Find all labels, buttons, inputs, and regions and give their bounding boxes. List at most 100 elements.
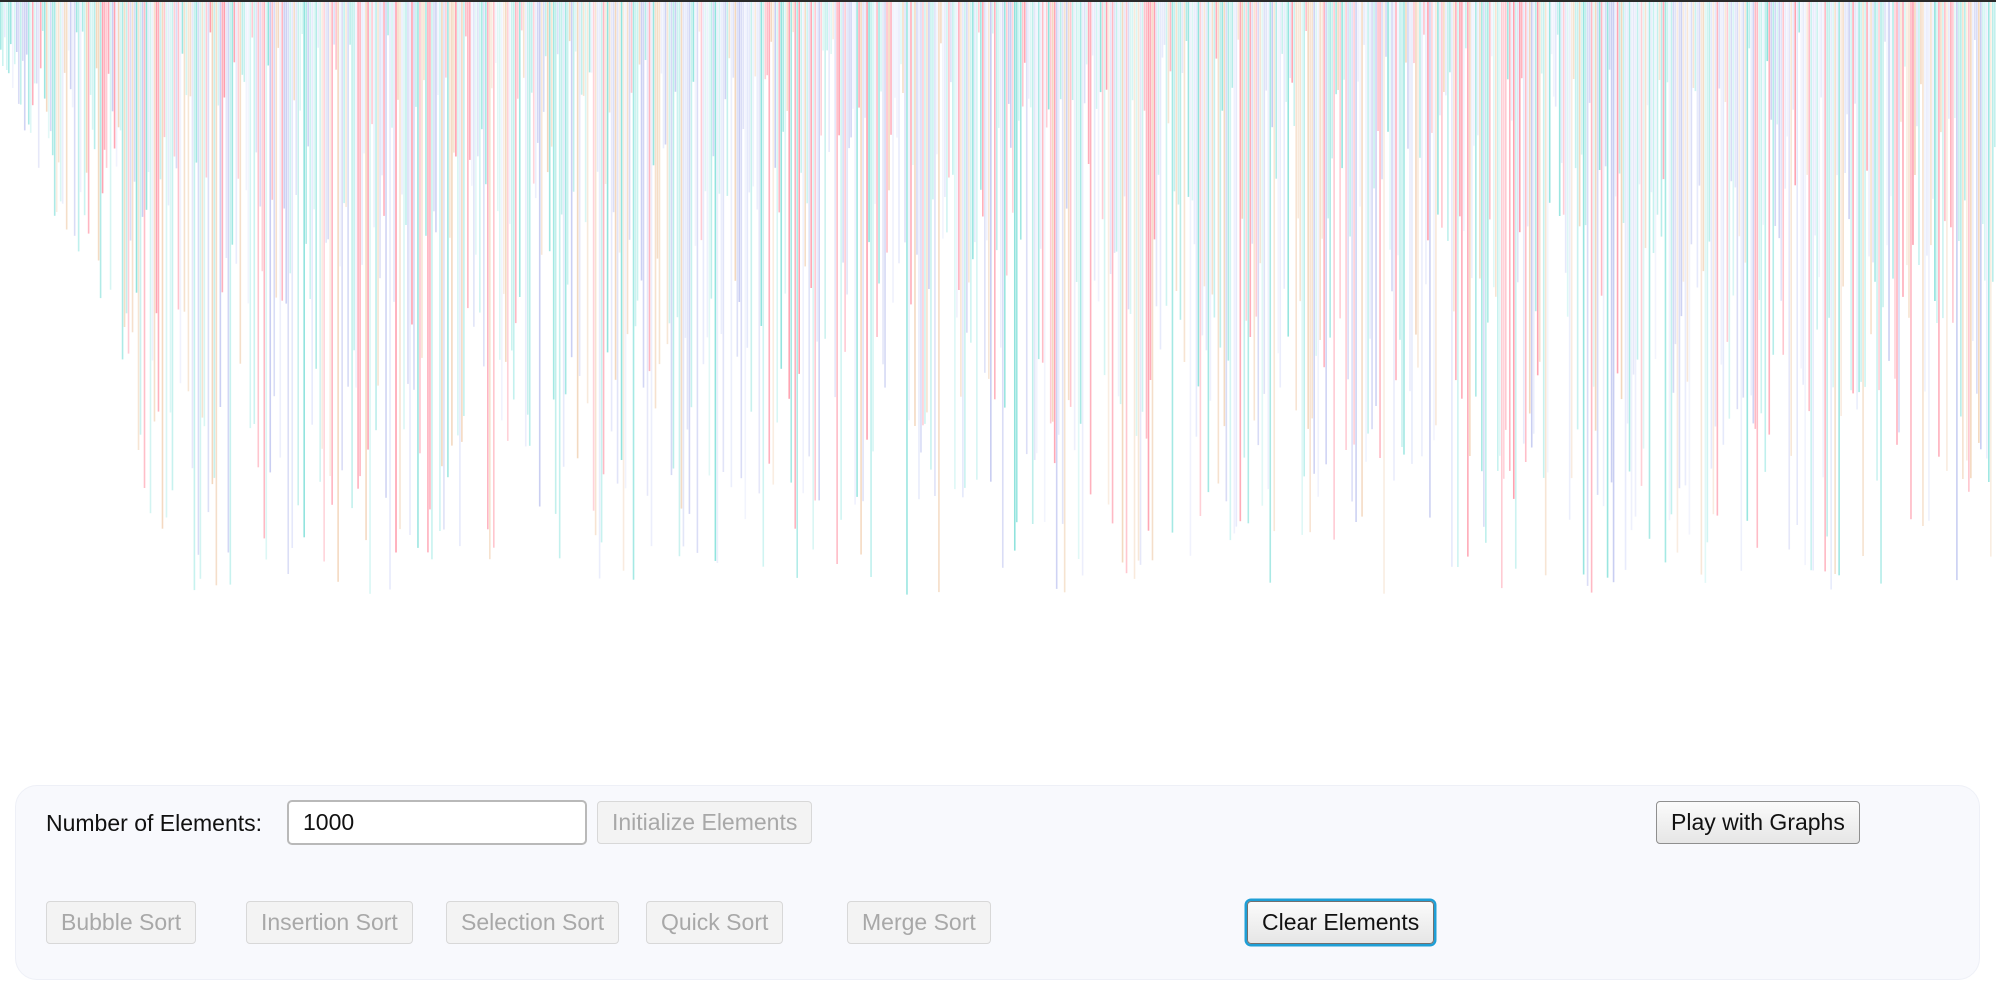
element-bar — [934, 0, 936, 496]
element-bar — [105, 0, 108, 168]
element-bar — [1904, 0, 1906, 67]
element-bar — [1007, 0, 1010, 104]
element-bar — [788, 0, 791, 399]
element-bar — [1433, 0, 1435, 441]
element-bar — [1854, 0, 1856, 104]
element-bar — [1349, 0, 1351, 237]
element-bar — [157, 0, 160, 412]
element-bar — [179, 0, 182, 384]
element-bar — [584, 0, 587, 223]
sorting-visualization-canvas — [0, 0, 1996, 595]
element-bar — [936, 0, 938, 155]
element-bar — [1069, 0, 1072, 407]
element-bar — [1465, 0, 1467, 49]
element-bar — [1782, 0, 1785, 355]
element-bar — [1135, 0, 1138, 436]
element-count-input[interactable] — [287, 800, 587, 845]
play-with-graphs-button[interactable]: Play with Graphs — [1656, 801, 1860, 844]
element-bar — [532, 0, 535, 184]
element-bar — [1828, 0, 1830, 318]
element-bar — [23, 0, 26, 131]
element-bar — [1391, 0, 1393, 292]
element-bar — [1538, 0, 1541, 362]
element-bar — [982, 0, 984, 217]
element-bar — [586, 0, 589, 404]
element-bar — [852, 0, 854, 109]
element-bar — [1395, 0, 1397, 381]
element-bar — [1604, 0, 1607, 167]
selection-sort-button[interactable]: Selection Sort — [446, 901, 620, 944]
element-bar — [1355, 0, 1357, 522]
element-bar — [195, 0, 198, 163]
element-bar — [516, 0, 519, 99]
element-bar — [854, 0, 856, 505]
element-bar — [1113, 0, 1116, 253]
element-bar — [33, 0, 36, 84]
element-bar — [391, 0, 393, 128]
element-bar — [1772, 0, 1775, 355]
element-bar — [1818, 0, 1820, 278]
element-bar — [1508, 0, 1511, 471]
element-bar — [313, 0, 315, 210]
element-bar — [191, 0, 194, 469]
element-bar — [766, 0, 769, 76]
element-bar — [1471, 0, 1473, 279]
element-bar — [592, 0, 595, 511]
element-bar — [1566, 0, 1569, 317]
element-bar — [1311, 0, 1313, 419]
element-bar — [1532, 0, 1535, 434]
element-bar — [241, 0, 244, 75]
element-bar — [946, 0, 948, 233]
element-bar — [17, 0, 20, 104]
element-bar — [371, 0, 373, 125]
element-bar — [1760, 0, 1763, 414]
element-bar — [167, 0, 170, 206]
element-bar — [602, 0, 605, 475]
element-bar — [1207, 0, 1210, 493]
element-bar — [285, 0, 288, 304]
element-bar — [526, 0, 529, 415]
element-bar — [301, 0, 303, 34]
element-bar — [706, 0, 709, 338]
element-bar — [273, 0, 276, 397]
element-bar — [1455, 0, 1457, 381]
element-bar — [1940, 0, 1942, 133]
element-bar — [764, 0, 767, 80]
element-bar — [768, 0, 771, 464]
bubble-sort-button[interactable]: Bubble Sort — [46, 901, 197, 944]
insertion-sort-button[interactable]: Insertion Sort — [246, 901, 413, 944]
element-bar — [1247, 0, 1250, 524]
element-bar — [1393, 0, 1395, 481]
element-bar — [1235, 0, 1238, 527]
clear-elements-button[interactable]: Clear Elements — [1247, 901, 1435, 944]
element-bar — [1758, 0, 1761, 300]
element-bar — [1491, 0, 1493, 57]
element-bar — [399, 0, 401, 530]
element-bar — [732, 0, 735, 78]
element-bar — [147, 0, 150, 172]
quick-sort-button[interactable]: Quick Sort — [646, 901, 784, 944]
element-bar — [826, 0, 828, 51]
merge-sort-button[interactable]: Merge Sort — [847, 901, 991, 944]
element-bar — [1820, 0, 1822, 98]
element-bar — [1179, 0, 1182, 320]
element-bar — [1097, 0, 1100, 302]
element-bar — [41, 0, 44, 31]
element-bar — [930, 0, 932, 470]
element-bar — [111, 0, 114, 112]
element-bar — [209, 0, 212, 33]
element-bar — [1962, 0, 1964, 479]
element-bar — [1439, 0, 1441, 116]
element-bar — [1373, 0, 1375, 189]
element-bar — [1762, 0, 1765, 225]
element-bar — [876, 0, 878, 337]
element-bar — [806, 0, 808, 204]
element-bar — [1217, 0, 1220, 484]
initialize-elements-button[interactable]: Initialize Elements — [597, 801, 813, 844]
element-bar — [582, 0, 585, 96]
element-bar — [842, 0, 844, 263]
element-bar — [1127, 0, 1130, 310]
element-bar — [952, 0, 954, 175]
element-bar — [1169, 0, 1172, 72]
element-bar — [495, 0, 497, 63]
